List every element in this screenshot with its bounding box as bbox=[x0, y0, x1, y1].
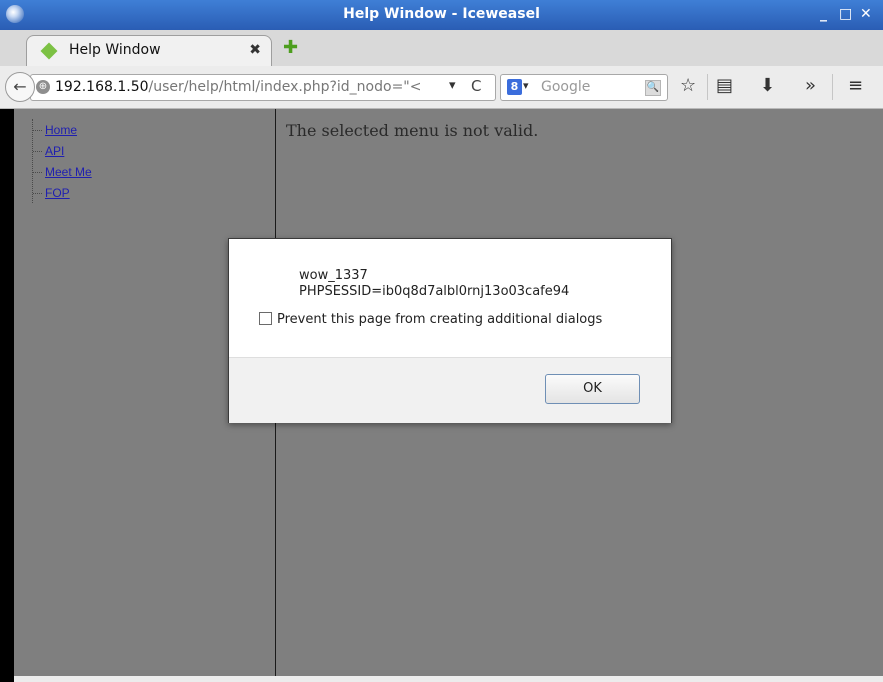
toolbar-separator bbox=[707, 74, 708, 100]
window-titlebar[interactable]: Help Window - Iceweasel _ □ ✕ bbox=[0, 0, 883, 30]
url-host: 192.168.1.50 bbox=[55, 79, 149, 95]
tab-help-window[interactable]: Help Window ✖ bbox=[26, 35, 272, 67]
status-bar bbox=[14, 676, 883, 682]
overflow-chevron-icon[interactable]: » bbox=[805, 75, 816, 96]
search-input[interactable]: Google bbox=[541, 79, 590, 95]
alert-dialog: wow_1337 PHPSESSID=ib0q8d7albl0rnj13o03c… bbox=[228, 238, 672, 423]
help-tree: Home API Meet Me FOP bbox=[32, 119, 92, 203]
page-favicon-icon bbox=[40, 42, 58, 60]
url-dropdown-icon[interactable]: ▾ bbox=[449, 78, 456, 93]
sidebar-item-api[interactable]: API bbox=[33, 140, 92, 161]
dialog-message: wow_1337 PHPSESSID=ib0q8d7albl0rnj13o03c… bbox=[299, 268, 569, 300]
reload-icon[interactable]: C bbox=[471, 77, 481, 95]
search-go-icon[interactable]: 🔍 bbox=[645, 80, 661, 96]
sidebar-item-meet-me[interactable]: Meet Me bbox=[33, 161, 92, 182]
tab-strip: Help Window ✖ ✚ bbox=[0, 30, 883, 67]
tab-close-icon[interactable]: ✖ bbox=[249, 42, 261, 58]
search-engine-icon[interactable]: 8 bbox=[507, 79, 522, 95]
navigation-toolbar: ⊕ 192.168.1.50/user/help/html/index.php?… bbox=[0, 66, 883, 109]
maximize-button[interactable]: □ bbox=[839, 6, 852, 22]
site-identity-icon[interactable]: ⊕ bbox=[36, 80, 50, 94]
search-engine-dropdown-icon[interactable]: ▾ bbox=[523, 79, 529, 92]
minimize-button[interactable]: _ bbox=[820, 6, 827, 22]
url-bar[interactable]: ⊕ 192.168.1.50/user/help/html/index.php?… bbox=[30, 74, 496, 101]
sidebar-item-home[interactable]: Home bbox=[33, 119, 92, 140]
dialog-footer: OK bbox=[229, 357, 671, 423]
new-tab-icon[interactable]: ✚ bbox=[283, 37, 298, 58]
url-text[interactable]: 192.168.1.50/user/help/html/index.php?id… bbox=[55, 79, 439, 95]
prevent-dialogs-label: Prevent this page from creating addition… bbox=[277, 312, 603, 327]
toolbar-separator bbox=[832, 74, 833, 100]
prevent-dialogs-checkbox[interactable] bbox=[259, 312, 272, 325]
dialog-message-line-2: PHPSESSID=ib0q8d7albl0rnj13o03cafe94 bbox=[299, 284, 570, 299]
dialog-message-line-1: wow_1337 bbox=[299, 268, 368, 283]
search-bar[interactable]: 8 ▾ Google 🔍 bbox=[500, 74, 668, 101]
bookmark-star-icon[interactable]: ☆ bbox=[680, 75, 696, 96]
prevent-dialogs-checkbox-row[interactable]: Prevent this page from creating addition… bbox=[259, 312, 602, 327]
hamburger-menu-icon[interactable]: ≡ bbox=[848, 75, 863, 96]
url-path: /user/help/html/index.php?id_nodo="< bbox=[148, 79, 422, 95]
tab-label: Help Window bbox=[69, 42, 161, 58]
back-button[interactable]: ← bbox=[5, 72, 35, 102]
download-icon[interactable]: ⬇ bbox=[760, 75, 775, 96]
sidebar-item-fop[interactable]: FOP bbox=[33, 182, 92, 203]
ok-button[interactable]: OK bbox=[545, 374, 640, 404]
window-title: Help Window - Iceweasel bbox=[343, 6, 540, 22]
reading-list-icon[interactable]: ▤ bbox=[716, 75, 733, 96]
error-message: The selected menu is not valid. bbox=[286, 121, 539, 140]
close-window-button[interactable]: ✕ bbox=[860, 6, 872, 22]
